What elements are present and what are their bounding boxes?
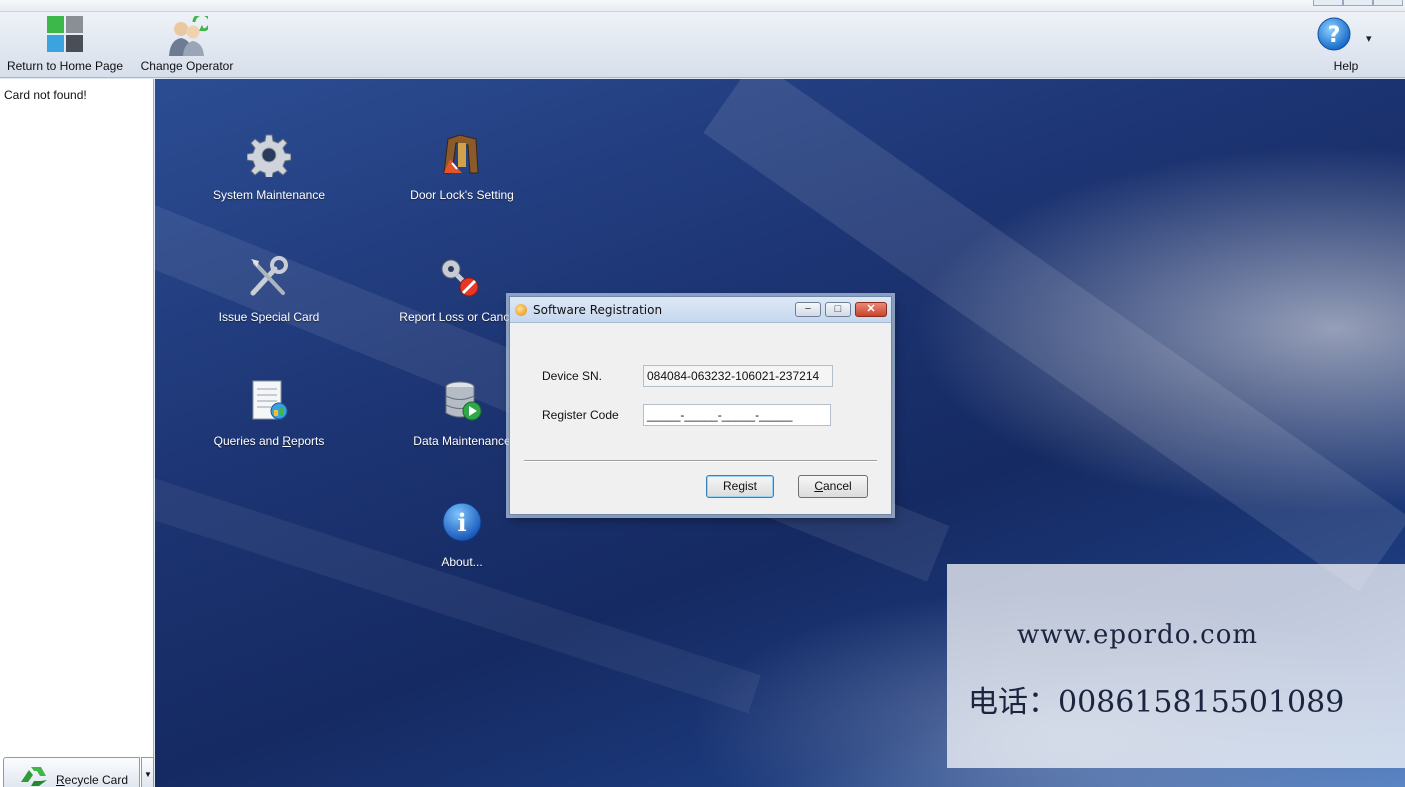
window-minimize-button[interactable] (1313, 0, 1343, 6)
gear-icon (246, 134, 292, 180)
key-cancel-icon (441, 259, 479, 297)
change-operator-label: Change Operator (140, 59, 234, 73)
recycle-dropdown-button[interactable]: ▼ (141, 757, 154, 787)
return-home-button[interactable]: Return to Home Page (2, 12, 128, 78)
queries-reports-label: Queries and Reports (213, 434, 325, 448)
regist-button[interactable]: Regist (706, 475, 774, 498)
help-icon: ? (1317, 17, 1351, 51)
register-code-label: Register Code (542, 408, 619, 422)
system-maintenance-item[interactable]: System Maintenance (194, 133, 344, 202)
system-maintenance-label: System Maintenance (212, 188, 326, 202)
database-icon (445, 381, 482, 421)
window-close-button[interactable] (1373, 0, 1403, 6)
issue-special-card-item[interactable]: Issue Special Card (194, 255, 344, 324)
return-home-label: Return to Home Page (6, 59, 124, 73)
watermark-phone: 电话：008615815501089 (968, 685, 1345, 720)
minimize-icon: − (804, 303, 812, 315)
cancel-button[interactable]: Cancel (798, 475, 868, 498)
recycle-card-label: Recycle Card (56, 773, 129, 787)
help-button[interactable]: ? ▾ Help (1310, 12, 1380, 78)
about-label: About... (441, 555, 483, 569)
help-label: Help (1333, 59, 1359, 73)
close-icon: ✕ (866, 303, 876, 315)
help-dropdown-icon[interactable]: ▾ (1366, 32, 1372, 45)
maximize-icon: □ (834, 303, 842, 315)
svg-text:?: ? (1328, 23, 1341, 48)
queries-reports-item[interactable]: Queries and Reports (194, 379, 344, 448)
door-lock-setting-label: Door Lock's Setting (410, 188, 514, 202)
chevron-down-icon: ▼ (144, 770, 152, 779)
report-icon (252, 380, 288, 420)
device-sn-field[interactable]: 084084-063232-106021-237214 (643, 365, 833, 387)
operator-icon (169, 16, 208, 56)
door-lock-setting-item[interactable]: Door Lock's Setting (387, 133, 537, 202)
dialog-title: Software Registration (533, 303, 663, 317)
software-registration-dialog: Software Registration − □ ✕ Device SN. 0… (509, 296, 892, 515)
watermark-panel (947, 564, 1405, 768)
dialog-separator (524, 460, 877, 462)
window-maximize-button[interactable] (1343, 0, 1373, 6)
tools-icon (250, 256, 288, 296)
watermark-url: www.epordo.com (1017, 620, 1259, 650)
left-panel: Card not found! (0, 79, 154, 787)
dialog-title-bar[interactable]: Software Registration − □ ✕ (510, 297, 891, 323)
dialog-minimize-button[interactable]: − (795, 302, 821, 317)
register-code-field[interactable]: _____-_____-_____-_____ (643, 404, 831, 426)
recycle-icon (21, 767, 47, 786)
status-text: Card not found! (4, 88, 87, 102)
dialog-maximize-button[interactable]: □ (825, 302, 851, 317)
change-operator-button[interactable]: Change Operator (138, 12, 236, 78)
home-grid-icon (47, 16, 83, 52)
svg-text:i: i (457, 508, 466, 537)
door-lock-icon (443, 134, 479, 174)
window-top-strip (0, 0, 1405, 12)
main-toolbar: Return to Home Page Change Operator ? ▾ … (0, 12, 1405, 78)
issue-special-card-label: Issue Special Card (218, 310, 320, 324)
app-icon (515, 304, 527, 316)
recycle-card-button[interactable]: Recycle Card (3, 757, 140, 787)
info-icon: i (442, 502, 482, 542)
device-sn-label: Device SN. (542, 369, 603, 383)
dialog-close-button[interactable]: ✕ (855, 302, 887, 317)
